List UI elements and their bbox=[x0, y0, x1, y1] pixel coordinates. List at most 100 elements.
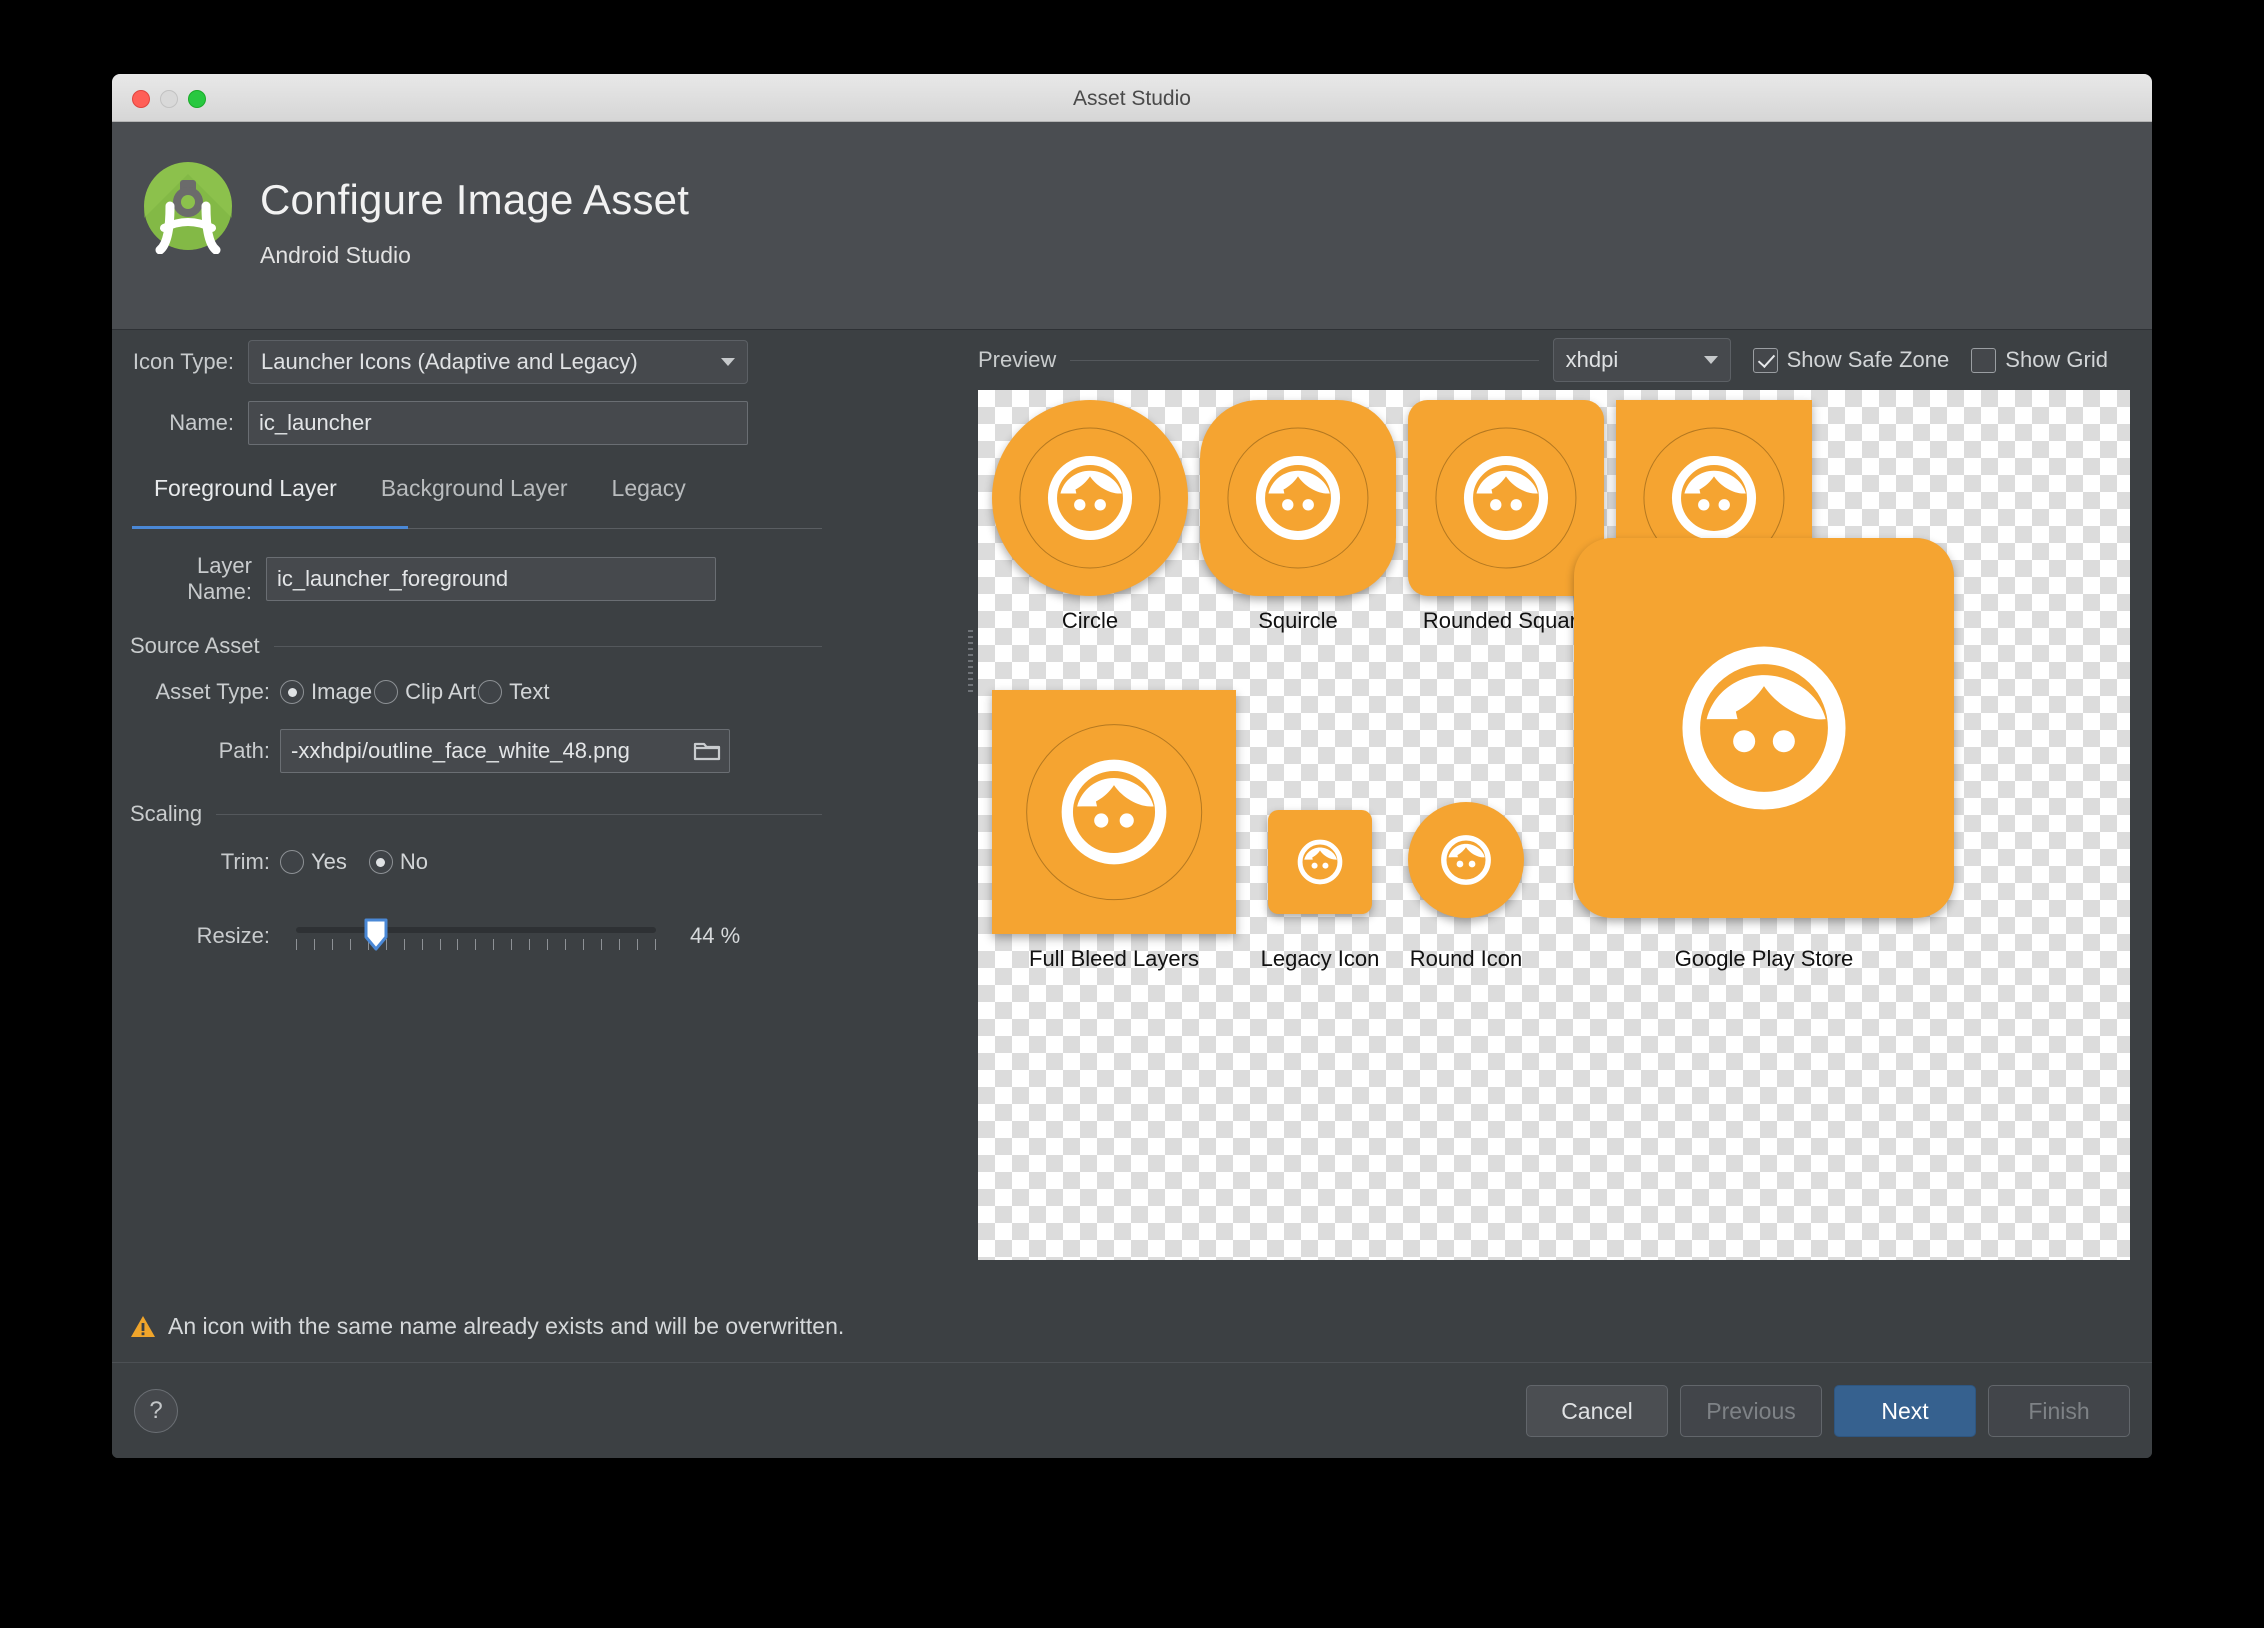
resize-row: Resize: 44 % bbox=[130, 913, 822, 959]
radio-dot-icon bbox=[478, 680, 502, 704]
preview-caption: Squircle bbox=[1258, 608, 1337, 634]
name-input[interactable]: ic_launcher bbox=[248, 401, 748, 445]
name-input-value: ic_launcher bbox=[259, 410, 372, 436]
help-button[interactable]: ? bbox=[134, 1389, 178, 1433]
layer-tabs: Foreground Layer Background Layer Legacy bbox=[132, 471, 822, 529]
layer-name-row: Layer Name: ic_launcher_foreground bbox=[130, 553, 822, 605]
preview-item-round-icon[interactable]: Round Icon bbox=[1408, 802, 1524, 918]
face-outline-icon bbox=[1449, 441, 1563, 555]
section-divider bbox=[274, 646, 822, 647]
trim-option-no[interactable]: No bbox=[369, 849, 428, 875]
window-title: Asset Studio bbox=[112, 87, 2152, 111]
checkbox-box-icon bbox=[1971, 348, 1996, 373]
trim-row: Trim: Yes No bbox=[130, 849, 822, 875]
configuration-panel: Icon Type: Launcher Icons (Adaptive and … bbox=[112, 330, 840, 1458]
scaling-title: Scaling bbox=[130, 801, 202, 827]
slider-ticks bbox=[296, 939, 656, 951]
section-divider bbox=[216, 814, 822, 815]
tab-background-layer-label: Background Layer bbox=[381, 475, 568, 501]
path-input-value: -xxhdpi/outline_face_white_48.png bbox=[291, 738, 630, 764]
android-studio-logo-icon bbox=[140, 158, 236, 254]
face-outline-icon bbox=[1654, 618, 1874, 838]
page-subtitle: Android Studio bbox=[260, 242, 411, 269]
asset-type-option-image[interactable]: Image bbox=[280, 679, 372, 705]
dialog-body: Icon Type: Launcher Icons (Adaptive and … bbox=[112, 330, 2152, 1458]
preview-caption: Rounded Square bbox=[1423, 608, 1589, 634]
name-row: Name: ic_launcher bbox=[130, 401, 822, 445]
show-grid-label: Show Grid bbox=[2005, 347, 2108, 373]
preview-panel: Preview xhdpi Show Safe Zone Show Grid bbox=[978, 330, 2130, 1458]
tab-background-layer[interactable]: Background Layer bbox=[359, 471, 590, 514]
previous-button[interactable]: Previous bbox=[1680, 1385, 1822, 1437]
slider-thumb[interactable] bbox=[363, 917, 389, 951]
source-asset-title: Source Asset bbox=[130, 633, 260, 659]
warning-message: An icon with the same name already exist… bbox=[130, 1313, 844, 1340]
show-grid-checkbox[interactable]: Show Grid bbox=[1971, 347, 2108, 373]
name-label: Name: bbox=[130, 410, 234, 436]
folder-icon[interactable] bbox=[693, 739, 721, 763]
asset-type-option-clip-art[interactable]: Clip Art bbox=[374, 679, 476, 705]
preview-caption: Circle bbox=[1062, 608, 1118, 634]
asset-type-image-label: Image bbox=[311, 679, 372, 705]
dialog-header: Configure Image Asset Android Studio bbox=[112, 122, 2152, 330]
resize-label: Resize: bbox=[130, 923, 270, 949]
icon-type-value: Launcher Icons (Adaptive and Legacy) bbox=[261, 349, 638, 375]
preview-item-circle[interactable]: Circle bbox=[992, 400, 1188, 596]
density-value: xhdpi bbox=[1566, 347, 1619, 373]
preview-caption: Legacy Icon bbox=[1261, 946, 1380, 972]
path-label: Path: bbox=[130, 738, 270, 764]
asset-type-clipart-label: Clip Art bbox=[405, 679, 476, 705]
asset-studio-window: Asset Studio Configure Image Asset Andro… bbox=[112, 74, 2152, 1458]
scaling-section-header: Scaling bbox=[130, 801, 822, 827]
radio-dot-icon bbox=[280, 680, 304, 704]
show-safe-zone-checkbox[interactable]: Show Safe Zone bbox=[1753, 347, 1950, 373]
path-row: Path: -xxhdpi/outline_face_white_48.png bbox=[130, 729, 822, 773]
tab-legacy[interactable]: Legacy bbox=[590, 471, 708, 514]
trim-radio-group: Yes No bbox=[280, 849, 430, 875]
finish-button[interactable]: Finish bbox=[1988, 1385, 2130, 1437]
face-outline-icon bbox=[1043, 741, 1185, 883]
icon-type-select[interactable]: Launcher Icons (Adaptive and Legacy) bbox=[248, 340, 748, 384]
radio-dot-icon bbox=[280, 850, 304, 874]
tab-active-indicator bbox=[132, 526, 408, 529]
panel-splitter[interactable] bbox=[964, 330, 978, 1458]
asset-type-radio-group: Image Clip Art Text bbox=[280, 679, 551, 705]
next-button[interactable]: Next bbox=[1834, 1385, 1976, 1437]
preview-item-squircle[interactable]: Squircle bbox=[1200, 400, 1396, 596]
layer-name-input[interactable]: ic_launcher_foreground bbox=[266, 557, 716, 601]
cancel-button[interactable]: Cancel bbox=[1526, 1385, 1668, 1437]
warning-text: An icon with the same name already exist… bbox=[168, 1313, 844, 1340]
splitter-grip-icon bbox=[968, 630, 973, 694]
resize-value: 44 % bbox=[690, 923, 740, 949]
radio-dot-icon bbox=[374, 680, 398, 704]
preview-canvas: Circle Squircle Rounded Square Square bbox=[978, 390, 2130, 1260]
show-safe-zone-label: Show Safe Zone bbox=[1787, 347, 1950, 373]
tab-legacy-label: Legacy bbox=[612, 475, 686, 501]
path-input[interactable]: -xxhdpi/outline_face_white_48.png bbox=[280, 729, 730, 773]
tab-foreground-layer-label: Foreground Layer bbox=[154, 475, 337, 501]
dialog-footer: ? Cancel Previous Next Finish bbox=[112, 1362, 2152, 1458]
chevron-down-icon bbox=[1704, 356, 1718, 364]
trim-yes-label: Yes bbox=[311, 849, 347, 875]
preview-caption: Full Bleed Layers bbox=[1029, 946, 1199, 972]
density-select[interactable]: xhdpi bbox=[1553, 338, 1731, 382]
preview-item-full-bleed-layers[interactable]: Full Bleed Layers bbox=[992, 690, 1236, 934]
tab-foreground-layer[interactable]: Foreground Layer bbox=[132, 471, 359, 514]
face-outline-icon bbox=[1241, 441, 1355, 555]
preview-item-google-play-store[interactable]: Google Play Store bbox=[1574, 538, 1954, 918]
preview-item-legacy-icon[interactable]: Legacy Icon bbox=[1268, 810, 1372, 914]
asset-type-option-text[interactable]: Text bbox=[478, 679, 549, 705]
layer-name-value: ic_launcher_foreground bbox=[277, 566, 508, 592]
trim-option-yes[interactable]: Yes bbox=[280, 849, 347, 875]
radio-dot-icon bbox=[369, 850, 393, 874]
trim-label: Trim: bbox=[130, 849, 270, 875]
slider-track bbox=[296, 927, 656, 933]
preview-caption: Round Icon bbox=[1410, 946, 1523, 972]
source-asset-section-header: Source Asset bbox=[130, 633, 822, 659]
asset-type-row: Asset Type: Image Clip Art Text bbox=[130, 679, 822, 705]
trim-no-label: No bbox=[400, 849, 428, 875]
asset-type-label: Asset Type: bbox=[130, 679, 270, 705]
page-title: Configure Image Asset bbox=[260, 176, 689, 224]
preview-label: Preview bbox=[978, 347, 1056, 373]
resize-slider[interactable] bbox=[296, 913, 656, 959]
